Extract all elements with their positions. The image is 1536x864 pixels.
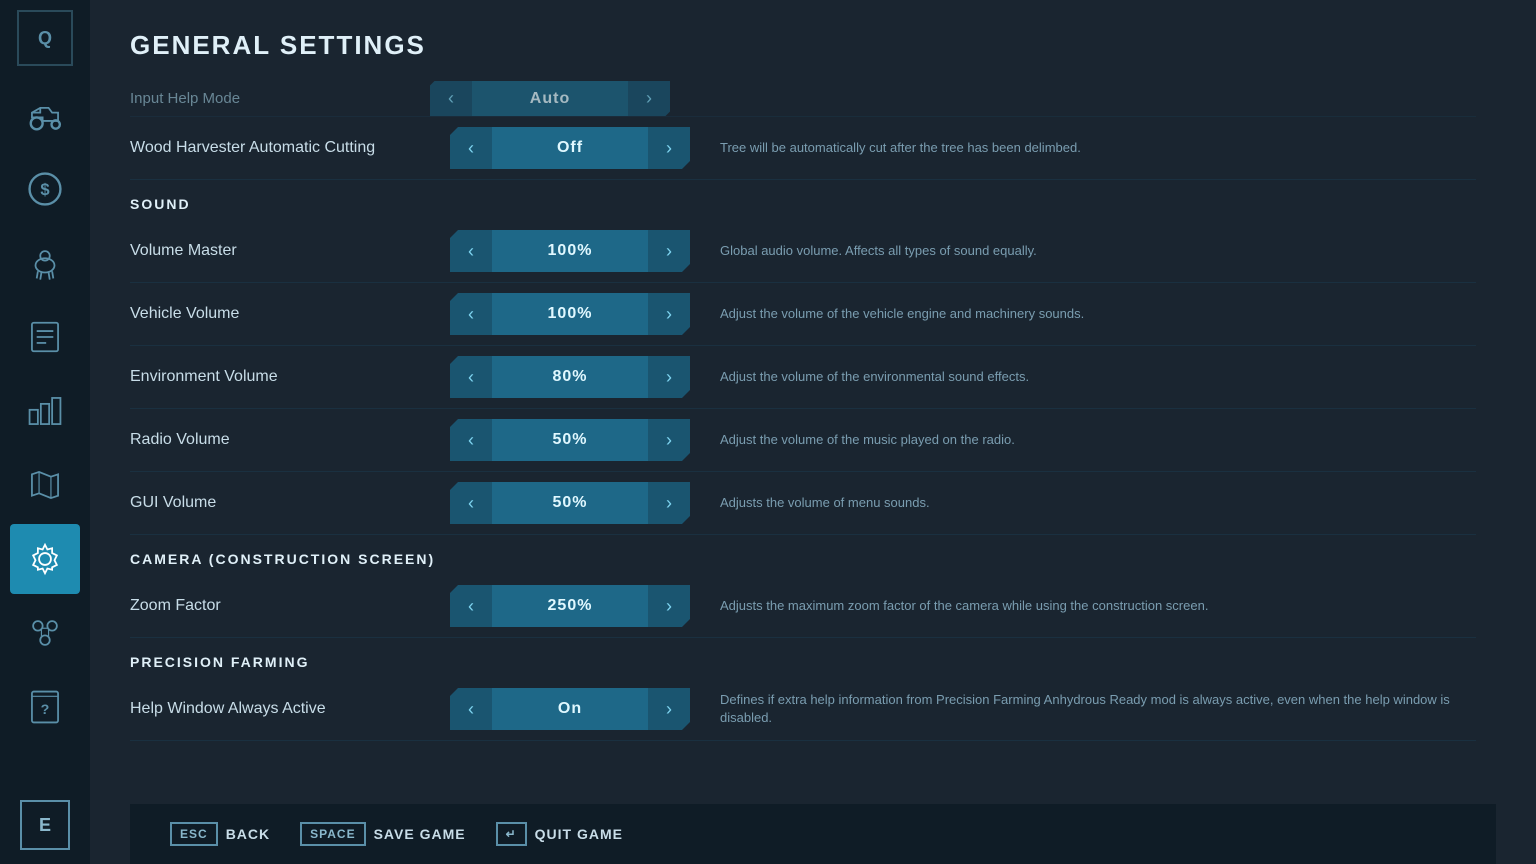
environment-volume-next[interactable]: › [648, 356, 690, 398]
value-control-wood-harvester: ‹ Off › [450, 127, 690, 169]
partial-value: Auto [472, 81, 628, 117]
gui-volume-prev[interactable]: ‹ [450, 482, 492, 524]
radio-volume-value: 50% [492, 419, 648, 461]
sidebar-item-contracts[interactable] [10, 302, 80, 372]
gui-volume-value: 50% [492, 482, 648, 524]
setting-row-zoom-factor: Zoom Factor ‹ 250% › Adjusts the maximum… [130, 575, 1476, 638]
control-zoom-factor: ‹ 250% › [450, 585, 690, 627]
sidebar-item-map[interactable] [10, 450, 80, 520]
gui-volume-next[interactable]: › [648, 482, 690, 524]
volume-master-prev[interactable]: ‹ [450, 230, 492, 272]
desc-zoom-factor: Adjusts the maximum zoom factor of the c… [690, 597, 1476, 615]
help-window-prev[interactable]: ‹ [450, 688, 492, 730]
quit-button[interactable]: ↵ QUIT GAME [496, 822, 623, 846]
volume-master-next[interactable]: › [648, 230, 690, 272]
control-gui-volume: ‹ 50% › [450, 482, 690, 524]
setting-row-environment-volume: Environment Volume ‹ 80% › Adjust the vo… [130, 346, 1476, 409]
sidebar-item-economy[interactable]: $ [10, 154, 80, 224]
sidebar-item-animals[interactable] [10, 228, 80, 298]
vehicle-volume-value: 100% [492, 293, 648, 335]
wood-harvester-next-btn[interactable]: › [648, 127, 690, 169]
control-vehicle-volume: ‹ 100% › [450, 293, 690, 335]
label-environment-volume: Environment Volume [130, 368, 450, 386]
help-window-next[interactable]: › [648, 688, 690, 730]
label-volume-master: Volume Master [130, 242, 450, 260]
setting-row-radio-volume: Radio Volume ‹ 50% › Adjust the volume o… [130, 409, 1476, 472]
setting-row-vehicle-volume: Vehicle Volume ‹ 100% › Adjust the volum… [130, 283, 1476, 346]
setting-desc-wood-harvester: Tree will be automatically cut after the… [690, 139, 1476, 157]
sidebar-item-production[interactable] [10, 376, 80, 446]
main-content: GENERAL SETTINGS Input Help Mode ‹ Auto … [90, 0, 1536, 864]
partial-next-btn[interactable]: › [628, 81, 670, 117]
radio-volume-next[interactable]: › [648, 419, 690, 461]
vehicle-volume-next[interactable]: › [648, 293, 690, 335]
sidebar-item-multiplayer[interactable] [10, 598, 80, 668]
q-key-button[interactable]: Q [17, 10, 73, 66]
control-radio-volume: ‹ 50% › [450, 419, 690, 461]
back-button[interactable]: ESC BACK [170, 822, 270, 846]
volume-master-value: 100% [492, 230, 648, 272]
control-volume-master: ‹ 100% › [450, 230, 690, 272]
desc-radio-volume: Adjust the volume of the music played on… [690, 431, 1476, 449]
label-help-window: Help Window Always Active [130, 700, 450, 718]
zoom-factor-value: 250% [492, 585, 648, 627]
label-zoom-factor: Zoom Factor [130, 597, 450, 615]
svg-text:$: $ [40, 180, 49, 199]
zoom-factor-next[interactable]: › [648, 585, 690, 627]
help-window-value: On [492, 688, 648, 730]
zoom-factor-prev[interactable]: ‹ [450, 585, 492, 627]
enter-key-badge: ↵ [496, 822, 527, 846]
space-key-badge: SPACE [300, 822, 365, 846]
wood-harvester-value: Off [492, 127, 648, 169]
vehicle-volume-prev[interactable]: ‹ [450, 293, 492, 335]
section-header-sound: SOUND [130, 196, 1476, 212]
save-button[interactable]: SPACE SAVE GAME [300, 822, 465, 846]
save-label: SAVE GAME [374, 826, 466, 842]
wood-harvester-prev-btn[interactable]: ‹ [450, 127, 492, 169]
esc-key-badge: ESC [170, 822, 218, 846]
setting-row-volume-master: Volume Master ‹ 100% › Global audio volu… [130, 220, 1476, 283]
back-label: BACK [226, 826, 270, 842]
setting-row-help-window: Help Window Always Active ‹ On › Defines… [130, 678, 1476, 741]
label-gui-volume: GUI Volume [130, 494, 450, 512]
environment-volume-prev[interactable]: ‹ [450, 356, 492, 398]
settings-scroll[interactable]: Input Help Mode ‹ Auto › Wood Harvester … [130, 81, 1496, 804]
section-header-camera: CAMERA (CONSTRUCTION SCREEN) [130, 551, 1476, 567]
partial-label: Input Help Mode [130, 90, 430, 107]
desc-vehicle-volume: Adjust the volume of the vehicle engine … [690, 305, 1476, 323]
label-radio-volume: Radio Volume [130, 431, 450, 449]
control-environment-volume: ‹ 80% › [450, 356, 690, 398]
setting-label-wood-harvester: Wood Harvester Automatic Cutting [130, 139, 450, 157]
control-help-window: ‹ On › [450, 688, 690, 730]
desc-help-window: Defines if extra help information from P… [690, 691, 1476, 727]
sidebar: Q $ [0, 0, 90, 864]
label-vehicle-volume: Vehicle Volume [130, 305, 450, 323]
page-title: GENERAL SETTINGS [130, 30, 1496, 61]
radio-volume-prev[interactable]: ‹ [450, 419, 492, 461]
environment-volume-value: 80% [492, 356, 648, 398]
sidebar-item-settings[interactable] [10, 524, 80, 594]
partial-prev-btn[interactable]: ‹ [430, 81, 472, 117]
quit-label: QUIT GAME [535, 826, 623, 842]
setting-row-gui-volume: GUI Volume ‹ 50% › Adjusts the volume of… [130, 472, 1476, 535]
e-key-button[interactable]: E [20, 800, 70, 850]
sidebar-item-help[interactable]: ? [10, 672, 80, 742]
desc-gui-volume: Adjusts the volume of menu sounds. [690, 494, 1476, 512]
sidebar-item-vehicles[interactable] [10, 80, 80, 150]
partial-row: Input Help Mode ‹ Auto › [130, 81, 1476, 117]
bottom-bar: ESC BACK SPACE SAVE GAME ↵ QUIT GAME [130, 804, 1496, 864]
desc-volume-master: Global audio volume. Affects all types o… [690, 242, 1476, 260]
setting-row-wood-harvester: Wood Harvester Automatic Cutting ‹ Off ›… [130, 117, 1476, 180]
section-header-precision: PRECISION FARMING [130, 654, 1476, 670]
svg-text:?: ? [41, 702, 50, 718]
desc-environment-volume: Adjust the volume of the environmental s… [690, 368, 1476, 386]
